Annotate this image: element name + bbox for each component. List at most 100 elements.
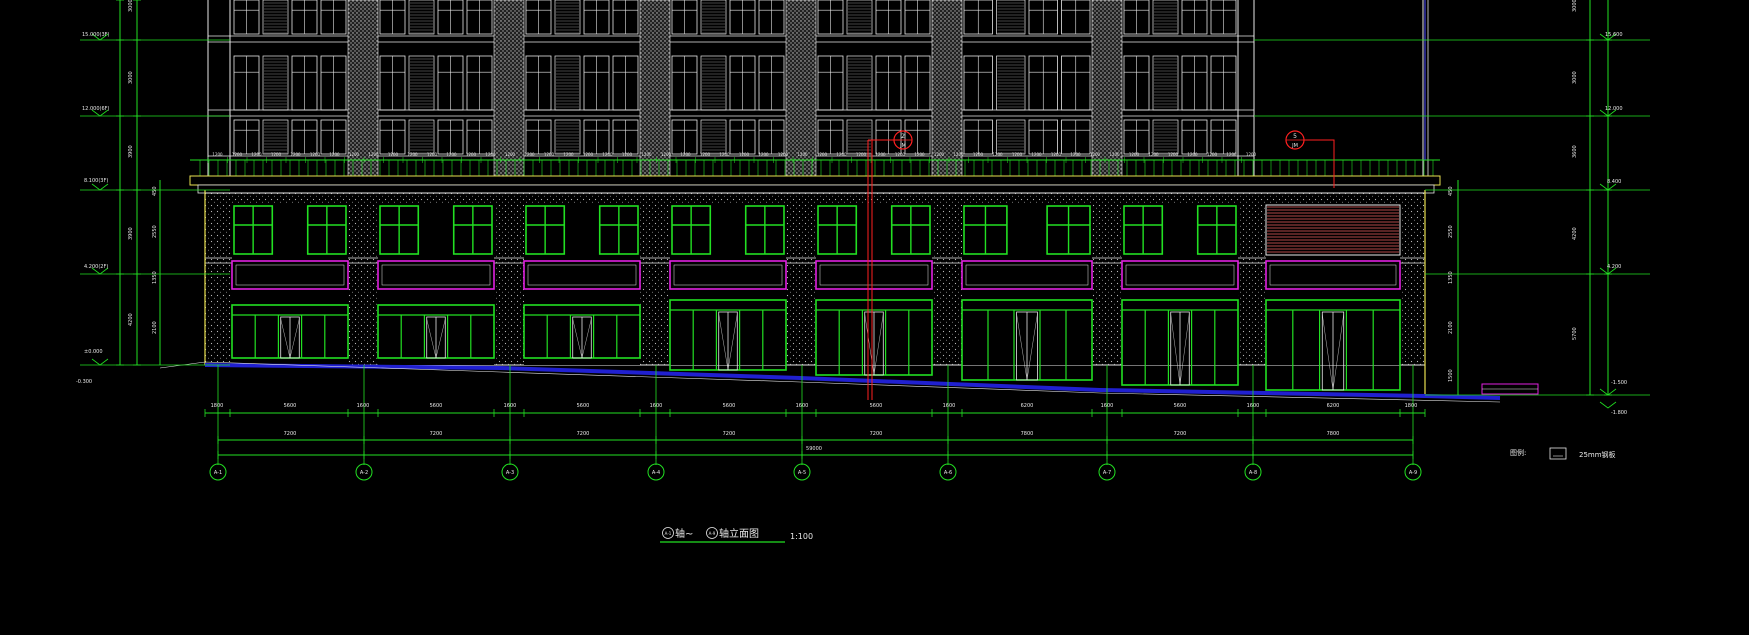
dim-label: 1200 bbox=[232, 152, 243, 157]
dim-label: 450 bbox=[152, 186, 158, 196]
title-scale: 1:100 bbox=[790, 532, 813, 541]
dim-label: 7800 bbox=[1021, 431, 1034, 437]
dim-label: 2550 bbox=[1448, 225, 1454, 238]
title-axis-from: A-1 bbox=[665, 531, 672, 536]
dim-label: 1800 bbox=[211, 403, 224, 409]
dim-label: 1800 bbox=[1405, 403, 1418, 409]
dim-label: 1200 bbox=[680, 152, 691, 157]
dim-label: 1350 bbox=[1448, 271, 1454, 284]
level-mark: 12.000(6F) bbox=[82, 106, 110, 112]
dim-label: 1200 bbox=[212, 152, 223, 157]
title-from-text: 轴~ bbox=[675, 527, 693, 540]
level-mark: 8.100(3F) bbox=[84, 178, 108, 184]
legend: 图例: 25mm钢板 bbox=[1510, 447, 1616, 460]
dim-label: 450 bbox=[1448, 186, 1454, 196]
dim-label: 7200 bbox=[577, 431, 590, 437]
section-marker[interactable]: 5 JM bbox=[1285, 130, 1305, 150]
cornice-lower bbox=[197, 184, 1435, 194]
dim-label: 1200 bbox=[1207, 152, 1218, 157]
dim-label: 1200 bbox=[388, 152, 399, 157]
dim-label: 1200 bbox=[778, 152, 789, 157]
dim-label: 1200 bbox=[407, 152, 418, 157]
dim-label: 1200 bbox=[856, 152, 867, 157]
dim-label: 1200 bbox=[875, 152, 886, 157]
dim-label: 1200 bbox=[758, 152, 769, 157]
level-symbol bbox=[91, 358, 109, 366]
overall-dim-label: 59000 bbox=[806, 446, 822, 452]
dim-label: 1200 bbox=[622, 152, 633, 157]
title-axis-to: A-9 bbox=[709, 531, 716, 536]
dim-label: 1200 bbox=[505, 152, 516, 157]
dim-label: 1200 bbox=[563, 152, 574, 157]
dim-label: 1600 bbox=[650, 403, 663, 409]
dim-label: 1200 bbox=[700, 152, 711, 157]
section-number: 2 bbox=[901, 133, 905, 140]
dim-label: 1500 bbox=[1448, 369, 1454, 382]
dim-label: 1200 bbox=[602, 152, 613, 157]
axis-label: A-6 bbox=[944, 470, 952, 476]
dim-label: 3900 bbox=[128, 227, 134, 240]
dim-label: 5600 bbox=[723, 403, 736, 409]
level-mark: -1.500 bbox=[1611, 380, 1627, 386]
level-mark: 15.600 bbox=[1605, 32, 1623, 38]
dim-label: 5600 bbox=[1174, 403, 1187, 409]
dim-label: 4200 bbox=[128, 313, 134, 326]
elevation-drawing: 1200 1200 1200 1200 1200 1200 1200 1200 1200 1200… bbox=[76, 0, 1650, 543]
section-sub: JM bbox=[899, 143, 906, 149]
cad-drawing-canvas[interactable]: 1200 1200 1200 1200 1200 1200 1200 1200 1200 1200… bbox=[0, 0, 1749, 631]
dim-label: 1600 bbox=[1247, 403, 1260, 409]
dim-label: 5600 bbox=[430, 403, 443, 409]
dim-label: 1200 bbox=[1226, 152, 1237, 157]
dim-label: 1200 bbox=[1129, 152, 1140, 157]
dim-label: 5600 bbox=[870, 403, 883, 409]
dim-label: 3900 bbox=[128, 145, 134, 158]
dim-label: 1200 bbox=[836, 152, 847, 157]
dim-label: 1200 bbox=[251, 152, 262, 157]
level-mark: ±0.000 bbox=[84, 349, 103, 355]
dim-label: 1200 bbox=[992, 152, 1003, 157]
dim-label: 1200 bbox=[973, 152, 984, 157]
dim-label: 7200 bbox=[430, 431, 443, 437]
level-mark: 4.200(2F) bbox=[84, 264, 108, 270]
dim-label: 1600 bbox=[943, 403, 956, 409]
dim-label: 3000 bbox=[1572, 0, 1578, 12]
dim-label: 1600 bbox=[504, 403, 517, 409]
ground-line bbox=[204, 363, 1501, 400]
dim-label: 1200 bbox=[1012, 152, 1023, 157]
dim-label: 1200 bbox=[934, 152, 945, 157]
level-symbol bbox=[1599, 401, 1617, 409]
dim-label: 1200 bbox=[1031, 152, 1042, 157]
level-symbol bbox=[91, 183, 109, 191]
dim-label: 1200 bbox=[953, 152, 964, 157]
dim-label: 1200 bbox=[485, 152, 496, 157]
section-marker[interactable]: 2 JM bbox=[893, 130, 913, 150]
floor-dims-right: 3000 3000 3600 4200 5700 450 2550 1350 2… bbox=[1448, 0, 1578, 382]
dim-label: 1200 bbox=[310, 152, 321, 157]
dim-label: 1200 bbox=[1187, 152, 1198, 157]
dim-label: 5700 bbox=[1572, 327, 1578, 340]
dim-label: 1200 bbox=[271, 152, 282, 157]
axis-label: A-7 bbox=[1103, 470, 1111, 476]
dim-label: 1200 bbox=[739, 152, 750, 157]
dim-label: 7800 bbox=[1327, 431, 1340, 437]
dim-label: 1200 bbox=[1090, 152, 1101, 157]
cornice bbox=[189, 175, 1441, 186]
dim-label: 1600 bbox=[1101, 403, 1114, 409]
level-mark: 4.200 bbox=[1607, 264, 1621, 270]
dim-label: 3000 bbox=[1572, 71, 1578, 84]
dim-label: 2100 bbox=[1448, 321, 1454, 334]
axis-label: A-3 bbox=[506, 470, 514, 476]
dim-label: 1200 bbox=[1051, 152, 1062, 157]
dim-label: 1200 bbox=[329, 152, 340, 157]
legend-text: 25mm钢板 bbox=[1579, 450, 1616, 459]
dim-label: 1200 bbox=[583, 152, 594, 157]
level-mark: 15.000(3F) bbox=[82, 32, 110, 38]
dim-label: 3600 bbox=[1572, 145, 1578, 158]
dim-label: 5600 bbox=[577, 403, 590, 409]
section-sub: JM bbox=[1291, 143, 1298, 149]
dim-label: 6200 bbox=[1021, 403, 1034, 409]
axis-label: A-9 bbox=[1409, 470, 1417, 476]
dim-label: 1600 bbox=[357, 403, 370, 409]
dim-label: 1200 bbox=[817, 152, 828, 157]
dim-label: 1200 bbox=[895, 152, 906, 157]
